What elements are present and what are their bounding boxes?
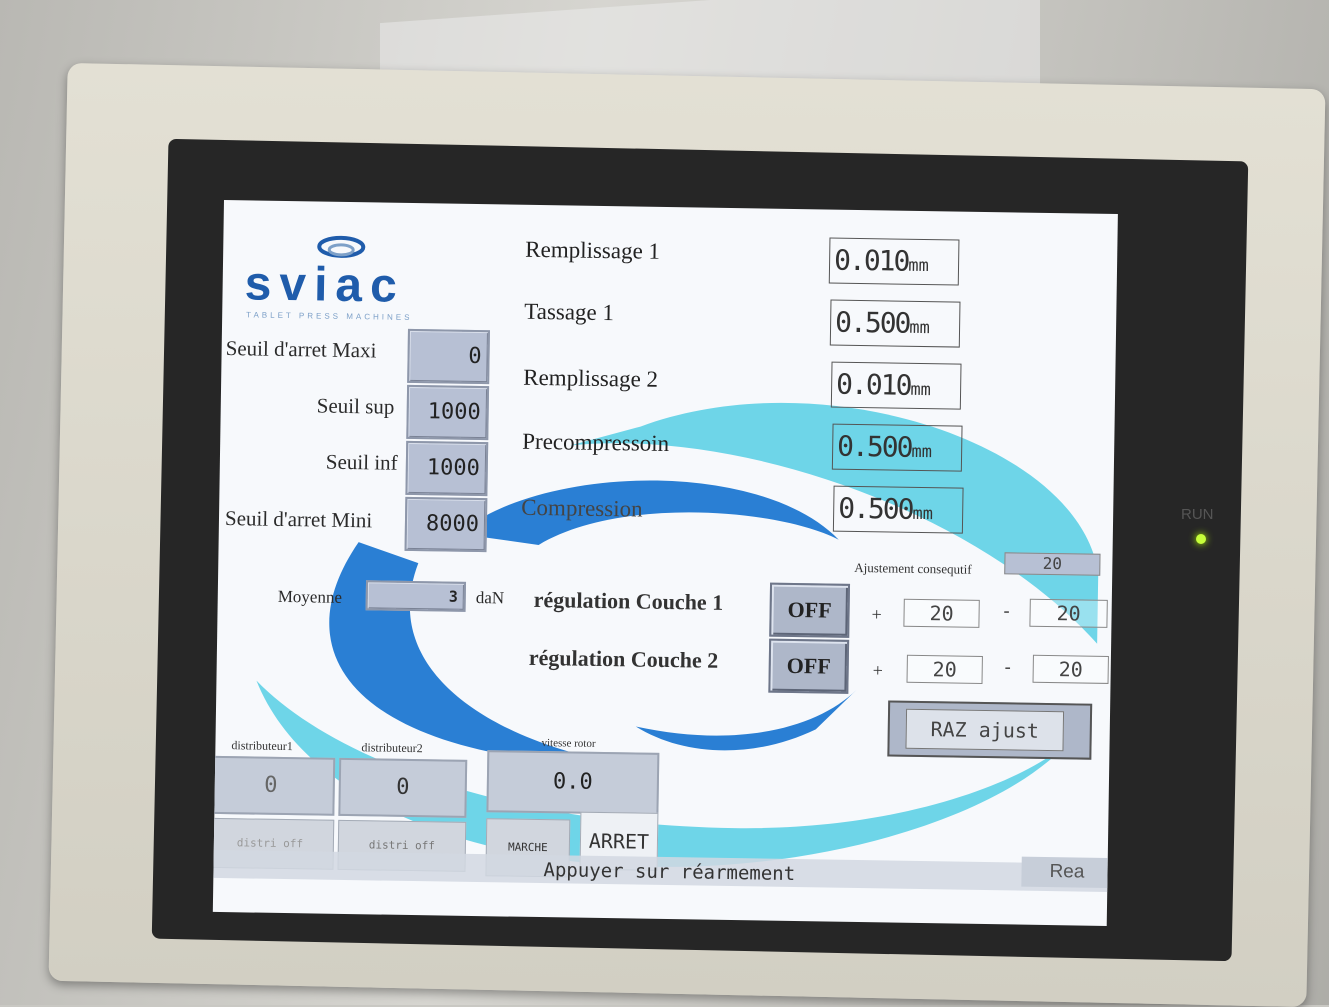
average-unit: daN	[475, 588, 505, 608]
regulation-label-2: régulation Couche 2	[528, 644, 719, 673]
unit-mm: mm	[911, 441, 933, 463]
regulation-2-minus-input[interactable]: 20	[1032, 654, 1109, 684]
regulation-2-toggle-button[interactable]: OFF	[768, 638, 850, 694]
average-label: Moyenne	[277, 586, 343, 607]
average-value: 3	[365, 580, 467, 612]
threshold-label-min: Seuil d'arret Mini	[224, 506, 373, 533]
setting-remplissage2-value: 0.010	[835, 367, 911, 402]
unit-mm: mm	[912, 503, 934, 525]
threshold-min-input[interactable]: 8000	[404, 496, 488, 553]
threshold-inf-input[interactable]: 1000	[405, 440, 489, 497]
plus-sign: +	[871, 604, 882, 625]
plus-sign: +	[872, 660, 884, 681]
status-message: Appuyer sur réarmement	[543, 859, 796, 886]
threshold-label-sup: Seuil sup	[316, 393, 395, 419]
threshold-label-inf: Seuil inf	[325, 449, 398, 475]
setting-label-remplissage2: Remplissage 2	[523, 364, 659, 392]
regulation-2-plus-input[interactable]: 20	[906, 654, 983, 684]
threshold-max-input[interactable]: 0	[407, 328, 490, 385]
unit-mm: mm	[909, 317, 931, 339]
regulation-1-minus-input[interactable]: 20	[1029, 598, 1108, 628]
minus-sign: -	[1004, 656, 1011, 677]
unit-mm: mm	[910, 379, 932, 401]
rotor-speed-value: 0.0	[486, 750, 660, 815]
setting-compression-value: 0.500	[837, 491, 913, 526]
setting-precompression-input[interactable]: 0.500mm	[831, 423, 963, 472]
regulation-1-plus-input[interactable]: 20	[903, 598, 980, 628]
threshold-sup-input[interactable]: 1000	[406, 384, 490, 441]
run-led-icon	[1196, 534, 1206, 544]
distributor-1-label: distributeur1	[231, 738, 293, 754]
logo-text: sviac	[244, 257, 406, 313]
reset-button[interactable]: Rea	[1021, 856, 1108, 888]
run-indicator-label: RUN	[1181, 506, 1214, 523]
raz-ajust-button[interactable]: RAZ ajust	[887, 700, 1093, 760]
logo-tagline: TABLET PRESS MACHINES	[246, 310, 413, 322]
regulation-label-1: régulation Couche 1	[533, 586, 724, 615]
distributor-2-value: 0	[338, 757, 468, 818]
setting-remplissage1-value: 0.010	[833, 243, 909, 278]
setting-remplissage2-input[interactable]: 0.010mm	[830, 361, 962, 410]
raz-ajust-label: RAZ ajust	[905, 708, 1065, 752]
distributor-2-label: distributeur2	[361, 740, 423, 756]
regulation-1-toggle-button[interactable]: OFF	[769, 582, 851, 638]
sviac-logo: sviac TABLET PRESS MACHINES	[244, 230, 445, 323]
setting-tassage1-input[interactable]: 0.500mm	[829, 299, 961, 348]
setting-remplissage1-input[interactable]: 0.010mm	[828, 237, 960, 286]
setting-label-compression: Compression	[521, 494, 643, 522]
distributor-1-value: 0	[212, 755, 336, 816]
threshold-label-max: Seuil d'arret Maxi	[225, 336, 377, 363]
setting-label-precompression: Precompressoin	[522, 428, 670, 457]
setting-tassage1-value: 0.500	[834, 305, 910, 340]
rotor-speed-label: vitesse rotor	[541, 737, 596, 750]
setting-precompression-value: 0.500	[836, 429, 912, 464]
setting-label-remplissage1: Remplissage 1	[525, 236, 661, 264]
hmi-screen: sviac TABLET PRESS MACHINES Seuil d'arre…	[212, 200, 1118, 926]
setting-compression-input[interactable]: 0.500mm	[832, 485, 964, 534]
minus-sign: -	[1003, 600, 1010, 621]
unit-mm: mm	[908, 255, 929, 277]
adjust-value-input[interactable]: 20	[1004, 552, 1101, 576]
adjust-label: Ajustement consequtif	[854, 559, 972, 577]
setting-label-tassage1: Tassage 1	[524, 298, 615, 326]
